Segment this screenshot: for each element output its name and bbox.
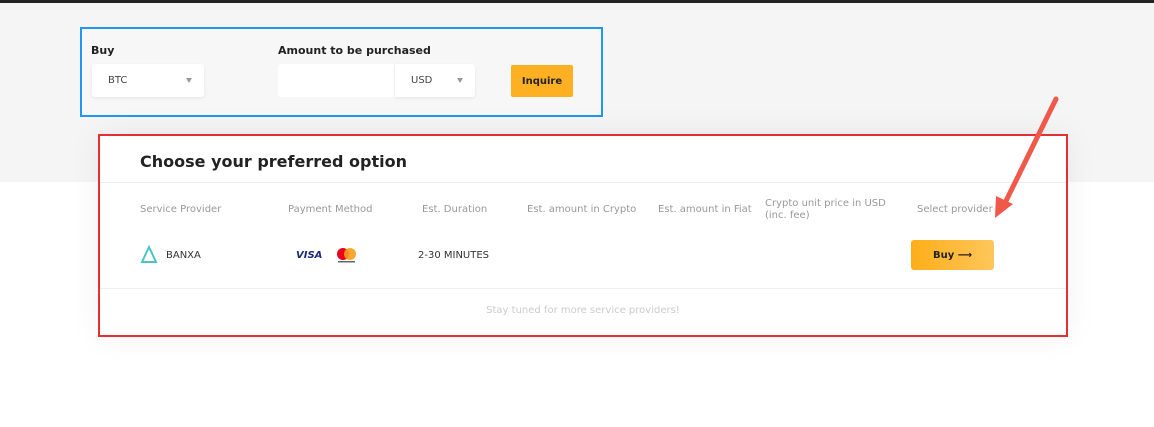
header-fiat-amount: Est. amount in Fiat <box>658 204 752 215</box>
currency-select-value: USD <box>411 75 433 86</box>
arrow-right-icon: ⟶ <box>957 249 973 261</box>
buy-button[interactable]: Buy ⟶ <box>911 240 994 270</box>
visa-icon: VISA <box>296 250 323 261</box>
mastercard-icon <box>337 248 356 263</box>
header-crypto-amount: Est. amount in Crypto <box>527 204 637 215</box>
duration-value: 2-30 MINUTES <box>418 250 490 261</box>
header-payment-method: Payment Method <box>288 204 373 215</box>
header-unit-price: Crypto unit price in USD (inc. fee) <box>765 198 886 221</box>
buy-label: Buy <box>91 44 115 57</box>
inquire-button[interactable]: Inquire <box>511 65 573 97</box>
chevron-down-icon <box>457 78 463 83</box>
banxa-logo-icon <box>140 245 158 263</box>
amount-input[interactable] <box>278 64 394 97</box>
amount-label: Amount to be purchased <box>278 44 431 57</box>
crypto-select[interactable]: BTC <box>92 64 204 97</box>
buy-form: Buy BTC Amount to be purchased USD Inqui… <box>80 27 603 117</box>
header-service-provider: Service Provider <box>140 204 222 215</box>
currency-select[interactable]: USD <box>395 64 475 97</box>
footer-note: Stay tuned for more service providers! <box>486 305 680 316</box>
chevron-down-icon <box>186 78 192 83</box>
crypto-select-value: BTC <box>108 75 128 86</box>
divider <box>100 182 1066 183</box>
provider-name: BANXA <box>166 250 201 261</box>
header-duration: Est. Duration <box>422 204 488 215</box>
options-card: Choose your preferred option Service Pro… <box>98 134 1068 337</box>
header-select-provider: Select provider <box>917 204 993 215</box>
card-title: Choose your preferred option <box>140 152 407 171</box>
buy-button-label: Buy <box>932 249 955 261</box>
divider <box>100 288 1066 289</box>
